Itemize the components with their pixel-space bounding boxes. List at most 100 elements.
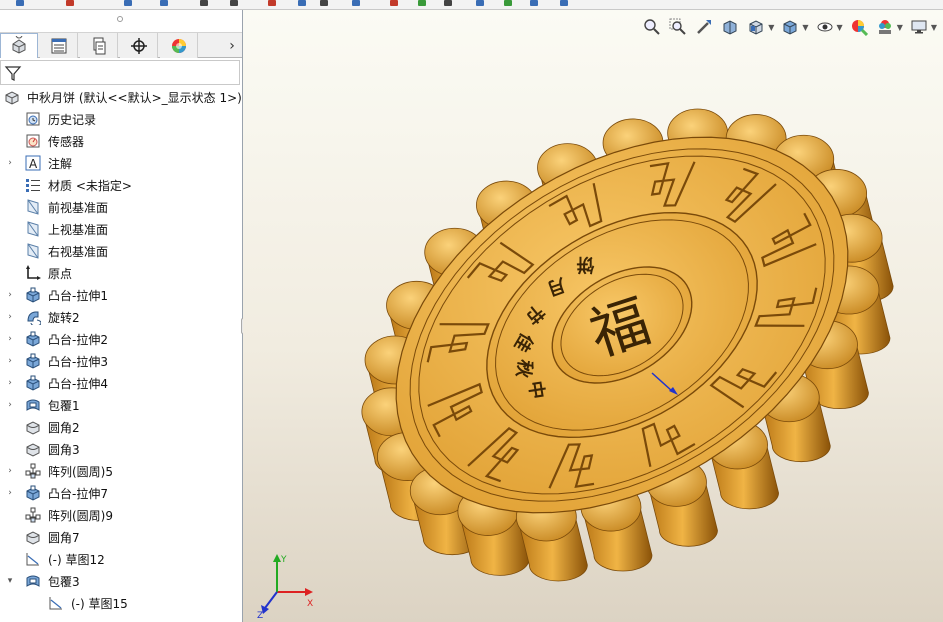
dimxpert-icon (130, 37, 147, 54)
tree-item-label: 圆角3 (48, 443, 80, 457)
feature-tree-item[interactable]: › 凸台-拉伸3 (0, 350, 242, 372)
triad-x-label: X (307, 599, 313, 609)
panel-grip[interactable] (0, 10, 242, 30)
wrap-icon (26, 399, 40, 411)
toolbar-icon[interactable] (230, 0, 238, 6)
mooncake-ring-character: 中 (524, 379, 549, 400)
feature-tree-item[interactable]: › 凸台-拉伸2 (0, 328, 242, 350)
feature-tree-item[interactable]: 右视基准面 (0, 240, 242, 262)
tree-item-label: 前视基准面 (48, 201, 109, 215)
toolbar-icon[interactable] (200, 0, 208, 6)
expand-arrow-icon[interactable]: › (5, 378, 15, 388)
feature-tree-item[interactable]: 圆角2 (0, 416, 242, 438)
origin-icon (26, 265, 41, 280)
propertymanager-icon (51, 38, 66, 53)
toolbar-icon[interactable] (298, 0, 306, 6)
tree-item-label: 包覆3 (48, 575, 80, 589)
tabs-scroll-right-icon[interactable]: › (222, 33, 242, 58)
tree-item-icon (24, 396, 42, 414)
feature-tree-item[interactable]: › 阵列(圆周)5 (0, 460, 242, 482)
feature-tree-item[interactable]: 原点 (0, 262, 242, 284)
tab-display-manager[interactable] (160, 33, 198, 58)
toolbar-icon[interactable] (418, 0, 426, 6)
feature-tree-item[interactable]: 圆角3 (0, 438, 242, 460)
toolbar-icon[interactable] (16, 0, 24, 6)
tree-item-label: (-) 草图12 (48, 553, 105, 567)
expand-arrow-icon[interactable]: › (5, 488, 15, 498)
coordinate-triad: X Y Z (257, 554, 313, 620)
toolbar-icon[interactable] (530, 0, 538, 6)
triad-z-label: Z (257, 611, 263, 620)
toolbar-icon[interactable] (268, 0, 276, 6)
feature-tree-item[interactable]: › A 注解 (0, 152, 242, 174)
feature-tree-item[interactable]: 中秋月饼 (默认<<默认>_显示状态 1>) (0, 86, 242, 108)
feature-tree-item[interactable]: › 凸台-拉伸1 (0, 284, 242, 306)
tree-item-icon (24, 374, 42, 392)
tree-item-label: 阵列(圆周)5 (48, 465, 113, 479)
expand-arrow-icon[interactable]: › (5, 466, 15, 476)
toolbar-icon[interactable] (390, 0, 398, 6)
expand-arrow-icon[interactable]: › (5, 400, 15, 410)
tab-featuremanager[interactable] (0, 33, 38, 58)
triad-y-label: Y (280, 555, 287, 565)
feature-tree-item[interactable]: 传感器 (0, 130, 242, 152)
feature-tree-item[interactable]: (-) 草图15 (0, 592, 242, 614)
tree-item-icon (24, 550, 42, 568)
feature-tree-item[interactable]: › 凸台-拉伸4 (0, 372, 242, 394)
toolbar-icon[interactable] (124, 0, 132, 6)
expand-arrow-icon[interactable]: › (5, 312, 15, 322)
annotation-icon: A (25, 155, 41, 171)
tab-configurationmanager[interactable] (80, 33, 118, 58)
feature-tree-item[interactable]: 历史记录 (0, 108, 242, 130)
tab-dimxpert[interactable] (120, 33, 158, 58)
feature-tree-item[interactable]: 圆角7 (0, 526, 242, 548)
tree-item-icon (47, 594, 65, 612)
feature-tree-item[interactable]: (-) 草图12 (0, 548, 242, 570)
tree-item-label: 圆角7 (48, 531, 80, 545)
tree-item-label: 凸台-拉伸2 (48, 333, 108, 347)
tree-item-label: 中秋月饼 (默认<<默认>_显示状态 1>) (27, 91, 242, 105)
toolbar-icon[interactable] (160, 0, 168, 6)
toolbar-icon[interactable] (444, 0, 452, 6)
tree-item-icon (3, 88, 21, 106)
feature-tree-item[interactable]: › 凸台-拉伸7 (0, 482, 242, 504)
feature-tree-item[interactable]: 前视基准面 (0, 196, 242, 218)
toolbar-icon[interactable] (66, 0, 74, 6)
tree-item-icon (24, 484, 42, 502)
collapse-arrow-icon[interactable]: ▾ (5, 576, 15, 586)
tree-item-label: 阵列(圆周)9 (48, 509, 113, 523)
expand-arrow-icon[interactable]: › (5, 158, 15, 168)
feature-tree-item[interactable]: ▾ 包覆3 (0, 570, 242, 592)
tree-item-icon (24, 286, 42, 304)
filter-icon (4, 66, 22, 81)
feature-tree-item[interactable]: 上视基准面 (0, 218, 242, 240)
tree-item-label: 右视基准面 (48, 245, 109, 259)
toolbar-icon[interactable] (504, 0, 512, 6)
toolbar-icon[interactable] (560, 0, 568, 6)
configurationmanager-icon (93, 37, 105, 54)
sketch-icon (49, 597, 62, 610)
expand-arrow-icon[interactable]: › (5, 356, 15, 366)
tree-item-icon (24, 242, 42, 260)
featuremanager-icon (12, 36, 26, 54)
feature-tree-item[interactable]: 阵列(圆周)9 (0, 504, 242, 526)
fillet-icon (26, 421, 40, 435)
feature-tree-item[interactable]: 材质 <未指定> (0, 174, 242, 196)
tree-filter-input[interactable] (0, 60, 240, 85)
tab-propertymanager[interactable] (40, 33, 78, 58)
plane-icon (27, 221, 39, 237)
tree-item-icon (24, 440, 42, 458)
feature-tree-item[interactable]: › 旋转2 (0, 306, 242, 328)
tree-item-label: 上视基准面 (48, 223, 109, 237)
expand-arrow-icon[interactable]: › (5, 334, 15, 344)
tree-item-label: 凸台-拉伸7 (48, 487, 108, 501)
expand-arrow-icon[interactable]: › (5, 290, 15, 300)
graphics-area[interactable]: ▼ ▼ ▼ ▼ ▼ 福 中 秋 佳 节 月 饼 X Y Z (243, 10, 943, 622)
toolbar-icon[interactable] (320, 0, 328, 6)
plane-icon (27, 199, 39, 215)
toolbar-icon[interactable] (352, 0, 360, 6)
toolbar-icon[interactable] (476, 0, 484, 6)
mooncake-3d-model[interactable]: 福中秋佳节月饼 (243, 10, 943, 622)
fillet-icon (26, 443, 40, 457)
feature-tree-item[interactable]: › 包覆1 (0, 394, 242, 416)
